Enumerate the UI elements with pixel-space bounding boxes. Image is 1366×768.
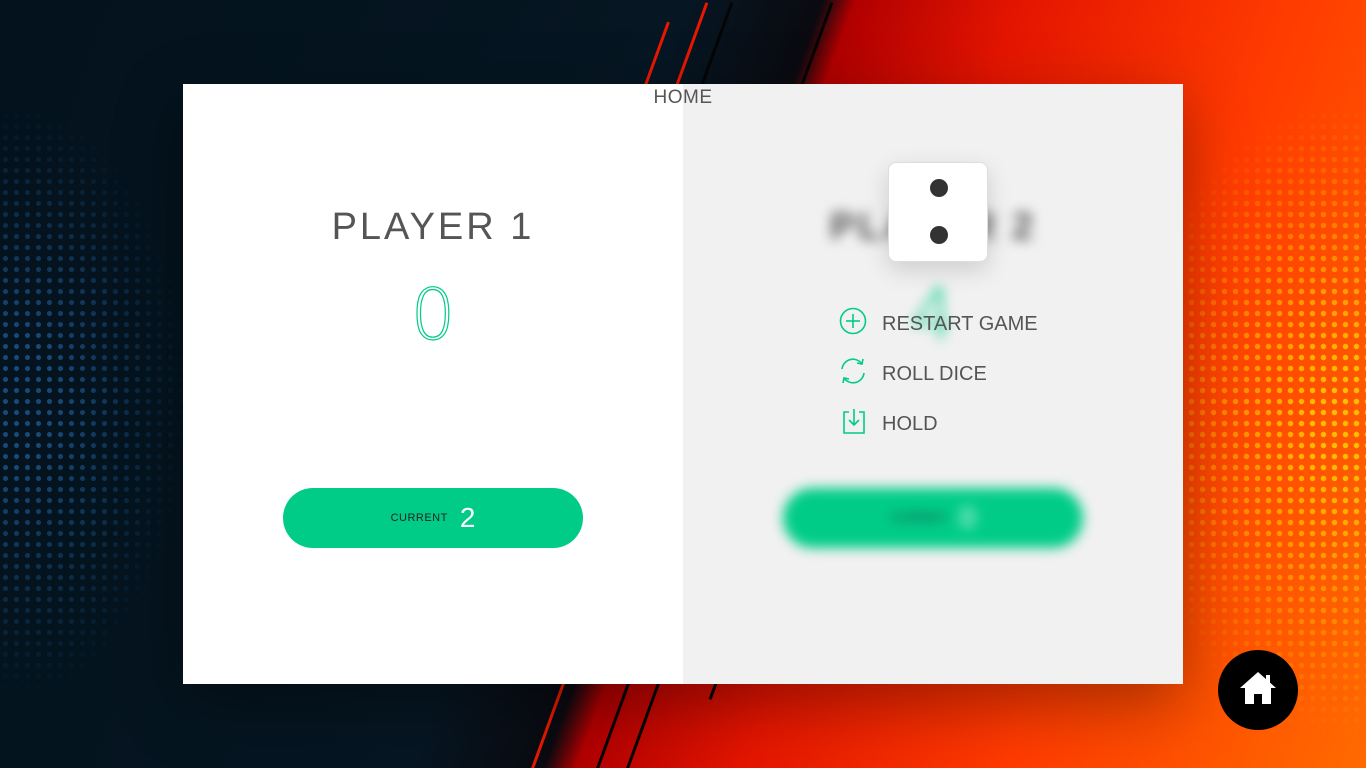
restart-game-button[interactable]: RESTART GAME xyxy=(838,306,1038,342)
background-stripe xyxy=(592,682,631,768)
background-stripe xyxy=(643,21,670,89)
player-2-current-score: 0 xyxy=(959,502,976,533)
home-link[interactable]: HOME xyxy=(183,87,1183,109)
roll-dice-button[interactable]: ROLL DICE xyxy=(838,356,987,392)
player-1-score: 0 xyxy=(410,274,456,356)
player-1-current-box: CURRENT 2 xyxy=(283,488,583,548)
home-button[interactable] xyxy=(1218,650,1298,730)
game-panel: PLAYER 1 0 CURRENT 2 PLAYER 2 4 CURRENT … xyxy=(183,84,1183,684)
background-stripe xyxy=(622,682,661,768)
plus-circle-icon xyxy=(838,306,868,342)
hold-label: HOLD xyxy=(882,412,938,435)
player-2-current-label: CURRENT xyxy=(890,512,948,524)
download-icon xyxy=(838,406,868,442)
home-icon xyxy=(1238,668,1278,713)
player-1-panel: PLAYER 1 0 CURRENT 2 xyxy=(183,84,683,684)
refresh-icon xyxy=(838,356,868,392)
background-stripe xyxy=(527,682,566,768)
dice xyxy=(888,162,988,262)
player-1-current-score: 2 xyxy=(459,502,476,533)
player-2-current-box: CURRENT 0 xyxy=(783,488,1083,548)
roll-dice-label: ROLL DICE xyxy=(882,362,987,385)
dice-pip xyxy=(930,179,948,197)
hold-button[interactable]: HOLD xyxy=(838,406,938,442)
player-1-current-label: CURRENT xyxy=(390,512,448,524)
player-1-name: PLAYER 1 xyxy=(331,206,535,248)
background-stripe xyxy=(699,2,734,88)
dice-pip xyxy=(930,226,948,244)
background-stripe xyxy=(799,2,834,88)
restart-game-label: RESTART GAME xyxy=(882,312,1038,335)
